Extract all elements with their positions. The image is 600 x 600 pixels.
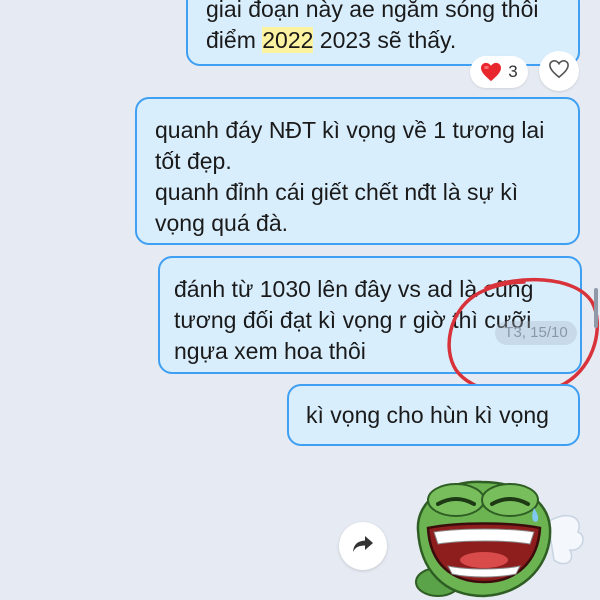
highlighted-text: 2022 bbox=[262, 27, 314, 53]
message-bubble[interactable]: giai đoạn này ae ngắm sóng thôi điểm 202… bbox=[186, 0, 580, 66]
forward-button[interactable] bbox=[339, 522, 387, 570]
message-line: điểm 2022 2023 sẽ thấy. bbox=[206, 25, 560, 56]
message-line: tốt đẹp. bbox=[155, 148, 232, 174]
laughing-frog-sticker[interactable] bbox=[398, 470, 588, 600]
message-line: đánh từ 1030 lên đây vs ad là cũng bbox=[174, 276, 534, 302]
message-text: điểm bbox=[206, 27, 263, 53]
message-line: kì vọng cho hùn kì vọng bbox=[306, 402, 549, 428]
message-bubble[interactable]: đánh từ 1030 lên đây vs ad là cũng tương… bbox=[158, 256, 582, 374]
chat-thread: giai đoạn này ae ngắm sóng thôi điểm 202… bbox=[0, 0, 600, 600]
reaction-count: 3 bbox=[508, 62, 518, 81]
reaction-badge[interactable]: 3 bbox=[470, 56, 528, 88]
scrollbar[interactable] bbox=[594, 288, 598, 328]
heart-outline-icon bbox=[548, 59, 570, 84]
message-line: quanh đáy NĐT kì vọng về 1 tương lai bbox=[155, 117, 545, 143]
message-bubble[interactable]: quanh đáy NĐT kì vọng về 1 tương lai tốt… bbox=[135, 97, 580, 245]
message-timestamp: T3, 15/10 bbox=[495, 321, 577, 345]
heart-icon bbox=[480, 62, 502, 82]
message-line: quanh đỉnh cái giết chết nđt là sự kì bbox=[155, 179, 519, 205]
message-line: vọng quá đà. bbox=[155, 210, 289, 236]
react-button[interactable] bbox=[539, 51, 579, 91]
message-bubble[interactable]: kì vọng cho hùn kì vọng bbox=[287, 384, 580, 446]
forward-arrow-icon bbox=[351, 534, 375, 559]
message-text: 2023 sẽ thấy. bbox=[313, 27, 457, 53]
message-line: giai đoạn này ae ngắm sóng thôi bbox=[206, 0, 539, 22]
